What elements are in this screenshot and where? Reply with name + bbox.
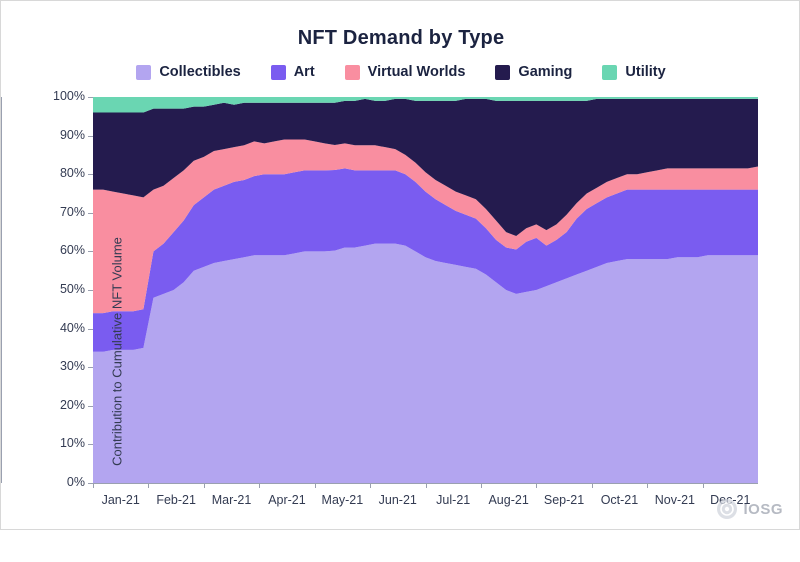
legend-swatch-icon [602, 64, 618, 80]
watermark-text: IOSG [743, 500, 783, 518]
x-tick-mark [647, 483, 649, 488]
y-tick-label: 50% [59, 282, 85, 296]
y-tick-label: 90% [59, 127, 85, 142]
x-tick-mark [203, 483, 205, 488]
y-tick-label: 10% [59, 436, 85, 451]
x-tick-mark [702, 483, 704, 488]
legend-swatch-icon [270, 64, 286, 80]
y-tick-label: 30% [59, 359, 85, 374]
y-tick-mark [88, 328, 93, 330]
legend-label: Collectibles [159, 64, 241, 80]
legend-item-utility[interactable]: Utility [602, 64, 666, 80]
y-tick-label: 0% [66, 475, 85, 489]
x-tick-mark [480, 483, 482, 488]
y-tick-mark [88, 405, 93, 407]
y-tick-label: 70% [59, 204, 85, 219]
y-tick-label: 20% [59, 397, 85, 412]
x-tick-mark [370, 483, 372, 488]
y-tick-label: 60% [59, 243, 85, 258]
y-tick-mark [88, 444, 93, 446]
y-tick-label: 80% [59, 166, 85, 181]
legend-label: Virtual Worlds [367, 64, 466, 80]
y-tick-label: 40% [59, 320, 85, 335]
legend-item-gaming[interactable]: Gaming [495, 64, 572, 80]
page-title: NFT Demand by Type [297, 27, 505, 49]
y-tick-label: 100% [53, 89, 85, 103]
chart-legend: Collectibles Art Virtual Worlds Gaming Utili… [1, 64, 800, 80]
legend-swatch-icon [344, 64, 360, 80]
y-tick-mark [88, 174, 93, 176]
plot-wrap: Contribution to Cumulative NFT Volume [93, 97, 758, 483]
stacked-area-plot [93, 97, 758, 483]
legend-swatch-icon [136, 64, 152, 80]
y-tick-mark [88, 97, 93, 98]
x-tick-mark [93, 483, 94, 488]
legend-swatch-icon [495, 64, 511, 80]
x-tick-mark [425, 483, 427, 488]
legend-item-collectibles[interactable]: Collectibles [136, 64, 241, 80]
y-tick-mark [88, 290, 93, 291]
x-tick-mark [259, 483, 261, 488]
y-tick-mark [88, 212, 93, 214]
y-tick-mark [88, 251, 93, 253]
area-series-collectibles [93, 243, 758, 483]
x-tick-mark [591, 483, 593, 488]
circle-logo-icon [717, 499, 738, 519]
watermark: IOSG [717, 499, 783, 519]
y-tick-mark [88, 367, 93, 369]
y-axis-line [1, 97, 2, 483]
x-tick-mark [536, 483, 538, 488]
chart-card: NFT Demand by Type Collectibles Art Virtua… [0, 0, 800, 530]
x-tick-mark [148, 483, 150, 488]
legend-item-art[interactable]: Art [270, 64, 315, 80]
legend-label: Utility [625, 64, 666, 80]
legend-item-virtual-worlds[interactable]: Virtual Worlds [344, 64, 466, 80]
y-tick-mark [88, 135, 93, 137]
legend-label: Art [293, 64, 315, 80]
legend-label: Gaming [518, 64, 573, 80]
x-tick-mark [314, 483, 316, 488]
